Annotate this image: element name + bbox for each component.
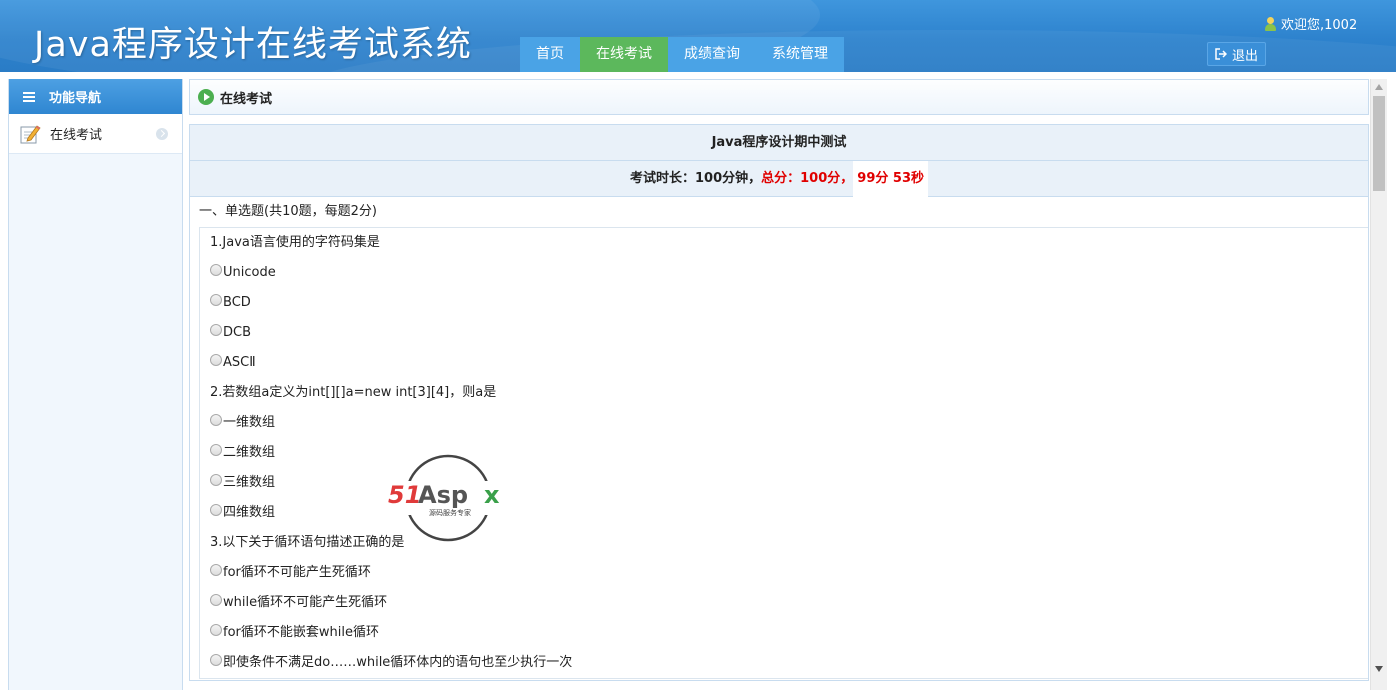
logout-icon [1215, 48, 1227, 60]
option-label: for循环不能嵌套while循环 [223, 625, 379, 640]
option-radio[interactable]: 即使条件不满足do……while循环体内的语句也至少执行一次 [210, 648, 1368, 678]
pencil-icon [20, 124, 41, 143]
watermark-brand-green: x [484, 481, 500, 509]
nav-online-exam[interactable]: 在线考试 [580, 37, 668, 72]
radio-button[interactable] [210, 624, 222, 636]
watermark-brand-gray: Asp [418, 481, 468, 509]
exam-panel: Java程序设计期中测试 考试时长：100分钟，总分：100分， 99分 53秒 … [189, 124, 1369, 681]
radio-button[interactable] [210, 654, 222, 666]
exam-countdown: 99分 53秒 [853, 161, 928, 197]
radio-button[interactable] [210, 354, 222, 366]
main-content: 在线考试 Java程序设计期中测试 考试时长：100分钟，总分：100分， 99分… [189, 79, 1369, 690]
sidebar-header: 功能导航 [9, 79, 182, 114]
user-icon [1264, 16, 1276, 31]
breadcrumb-label: 在线考试 [220, 91, 273, 107]
option-radio[interactable]: 三维数组 [210, 468, 1368, 498]
app-header: Java程序设计在线考试系统 首页 在线考试 成绩查询 系统管理 欢迎您,100… [0, 0, 1396, 72]
radio-button[interactable] [210, 594, 222, 606]
option-radio[interactable]: while循环不可能产生死循环 [210, 588, 1368, 618]
user-greeting: 欢迎您,1002 [1264, 14, 1357, 33]
option-radio[interactable]: BCD [210, 288, 1368, 318]
scroll-up-icon[interactable] [1375, 84, 1383, 90]
option-label: 三维数组 [223, 475, 276, 490]
user-greeting-text: 欢迎您,1002 [1281, 18, 1358, 33]
option-label: for循环不可能产生死循环 [223, 565, 371, 580]
option-label: ASCⅡ [223, 355, 256, 370]
watermark-logo: 51 Asp x 源码服务专家 [388, 454, 512, 542]
option-radio[interactable]: 二维数组 [210, 438, 1368, 468]
logout-button[interactable]: 退出 [1207, 42, 1266, 66]
exam-total-score: 总分：100分， [761, 171, 854, 186]
logout-label: 退出 [1231, 48, 1258, 64]
page-scrollbar[interactable] [1370, 79, 1387, 690]
option-radio[interactable]: 四维数组 [210, 498, 1368, 528]
exam-duration: 考试时长：100分钟， [630, 171, 762, 186]
radio-button[interactable] [210, 324, 222, 336]
option-radio[interactable]: for循环不可能产生死循环 [210, 558, 1368, 588]
option-radio[interactable]: 一维数组 [210, 408, 1368, 438]
option-label: BCD [223, 295, 251, 310]
chevron-right-icon [156, 128, 168, 140]
scroll-down-icon[interactable] [1375, 666, 1383, 672]
option-label: 一维数组 [223, 415, 276, 430]
option-label: 二维数组 [223, 445, 276, 460]
radio-button[interactable] [210, 564, 222, 576]
watermark-tagline: 源码服务专家 [429, 508, 471, 517]
play-icon [198, 89, 214, 105]
nav-score-query[interactable]: 成绩查询 [668, 37, 756, 72]
option-radio[interactable]: Unicode [210, 258, 1368, 288]
sidebar-item-label: 在线考试 [50, 128, 103, 143]
question-text: 3.以下关于循环语句描述正确的是 [210, 535, 405, 550]
option-label: 即使条件不满足do……while循环体内的语句也至少执行一次 [223, 655, 573, 670]
question-text: 1.Java语言使用的字符码集是 [210, 235, 380, 250]
sidebar-item-online-exam[interactable]: 在线考试 [9, 114, 182, 154]
question-list: 1.Java语言使用的字符码集是 Unicode BCD DCB ASCⅡ 2.… [199, 227, 1368, 679]
exam-title: Java程序设计期中测试 [190, 125, 1368, 161]
scroll-thumb[interactable] [1373, 96, 1385, 191]
sidebar: 功能导航 在线考试 [8, 79, 183, 690]
exam-meta: 考试时长：100分钟，总分：100分， 99分 53秒 [190, 161, 1368, 197]
option-radio[interactable]: for循环不能嵌套while循环 [210, 618, 1368, 648]
list-icon [23, 91, 35, 102]
sidebar-header-label: 功能导航 [49, 91, 102, 106]
watermark-brand-red: 51 [388, 481, 421, 509]
radio-button[interactable] [210, 264, 222, 276]
radio-button[interactable] [210, 294, 222, 306]
question-text: 2.若数组a定义为int[][]a=new int[3][4]，则a是 [210, 385, 497, 400]
option-label: while循环不可能产生死循环 [223, 595, 388, 610]
nav-home[interactable]: 首页 [520, 37, 580, 72]
radio-button[interactable] [210, 444, 222, 456]
option-label: DCB [223, 325, 252, 340]
option-radio[interactable]: DCB [210, 318, 1368, 348]
option-radio[interactable]: ASCⅡ [210, 348, 1368, 378]
nav-system-admin[interactable]: 系统管理 [756, 37, 844, 72]
section-title: 一、单选题(共10题，每题2分) [199, 204, 377, 219]
option-label: Unicode [223, 265, 276, 280]
app-title: Java程序设计在线考试系统 [34, 25, 472, 65]
breadcrumb: 在线考试 [189, 79, 1369, 115]
option-label: 四维数组 [223, 505, 276, 520]
radio-button[interactable] [210, 414, 222, 426]
main-nav: 首页 在线考试 成绩查询 系统管理 [520, 37, 844, 72]
radio-button[interactable] [210, 474, 222, 486]
radio-button[interactable] [210, 504, 222, 516]
